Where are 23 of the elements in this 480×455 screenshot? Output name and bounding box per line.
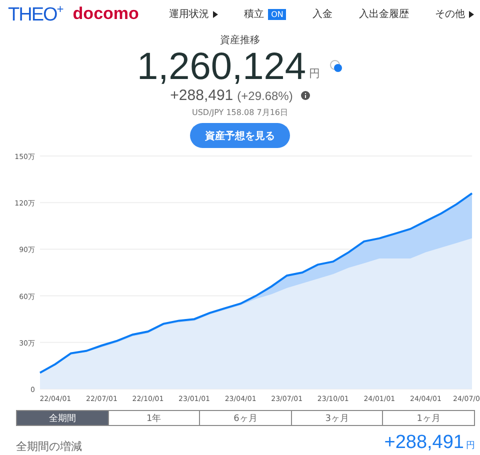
info-icon[interactable] [300,91,310,100]
nav-link[interactable]: 入金 [312,7,333,21]
nav-link[interactable]: その他 [435,7,474,21]
currency-unit: 円 [309,66,320,81]
period-tab[interactable]: 全期間 [17,411,108,425]
section-title: 資産推移 [220,34,260,47]
change-total: +288,491 [384,432,464,454]
triangle-icon [212,10,218,18]
total-amount: 1,260,124 [136,47,306,87]
nav-link[interactable]: 入出金履歴 [358,7,409,21]
nav-link[interactable]: 運用状況 [168,7,218,21]
logo[interactable]: THEO$^{+}$ [8,2,63,26]
nav-link[interactable]: 積立 ON [244,7,286,21]
partner-logo: docomo [72,4,139,24]
status-badge: ON [268,8,286,20]
currency-unit: 円 [466,440,475,452]
exchange-rate: USD/JPY 158.08 7月16日 [192,107,288,118]
triangle-icon [469,10,474,18]
change-label: 全期間の増減 [16,439,82,454]
forecast-button[interactable]: 資産予想を見る [190,123,290,148]
currency-switch-icon[interactable] [329,59,344,73]
change-amount: +288,491 [170,87,234,104]
change-percent: (+29.68%) [237,88,293,102]
